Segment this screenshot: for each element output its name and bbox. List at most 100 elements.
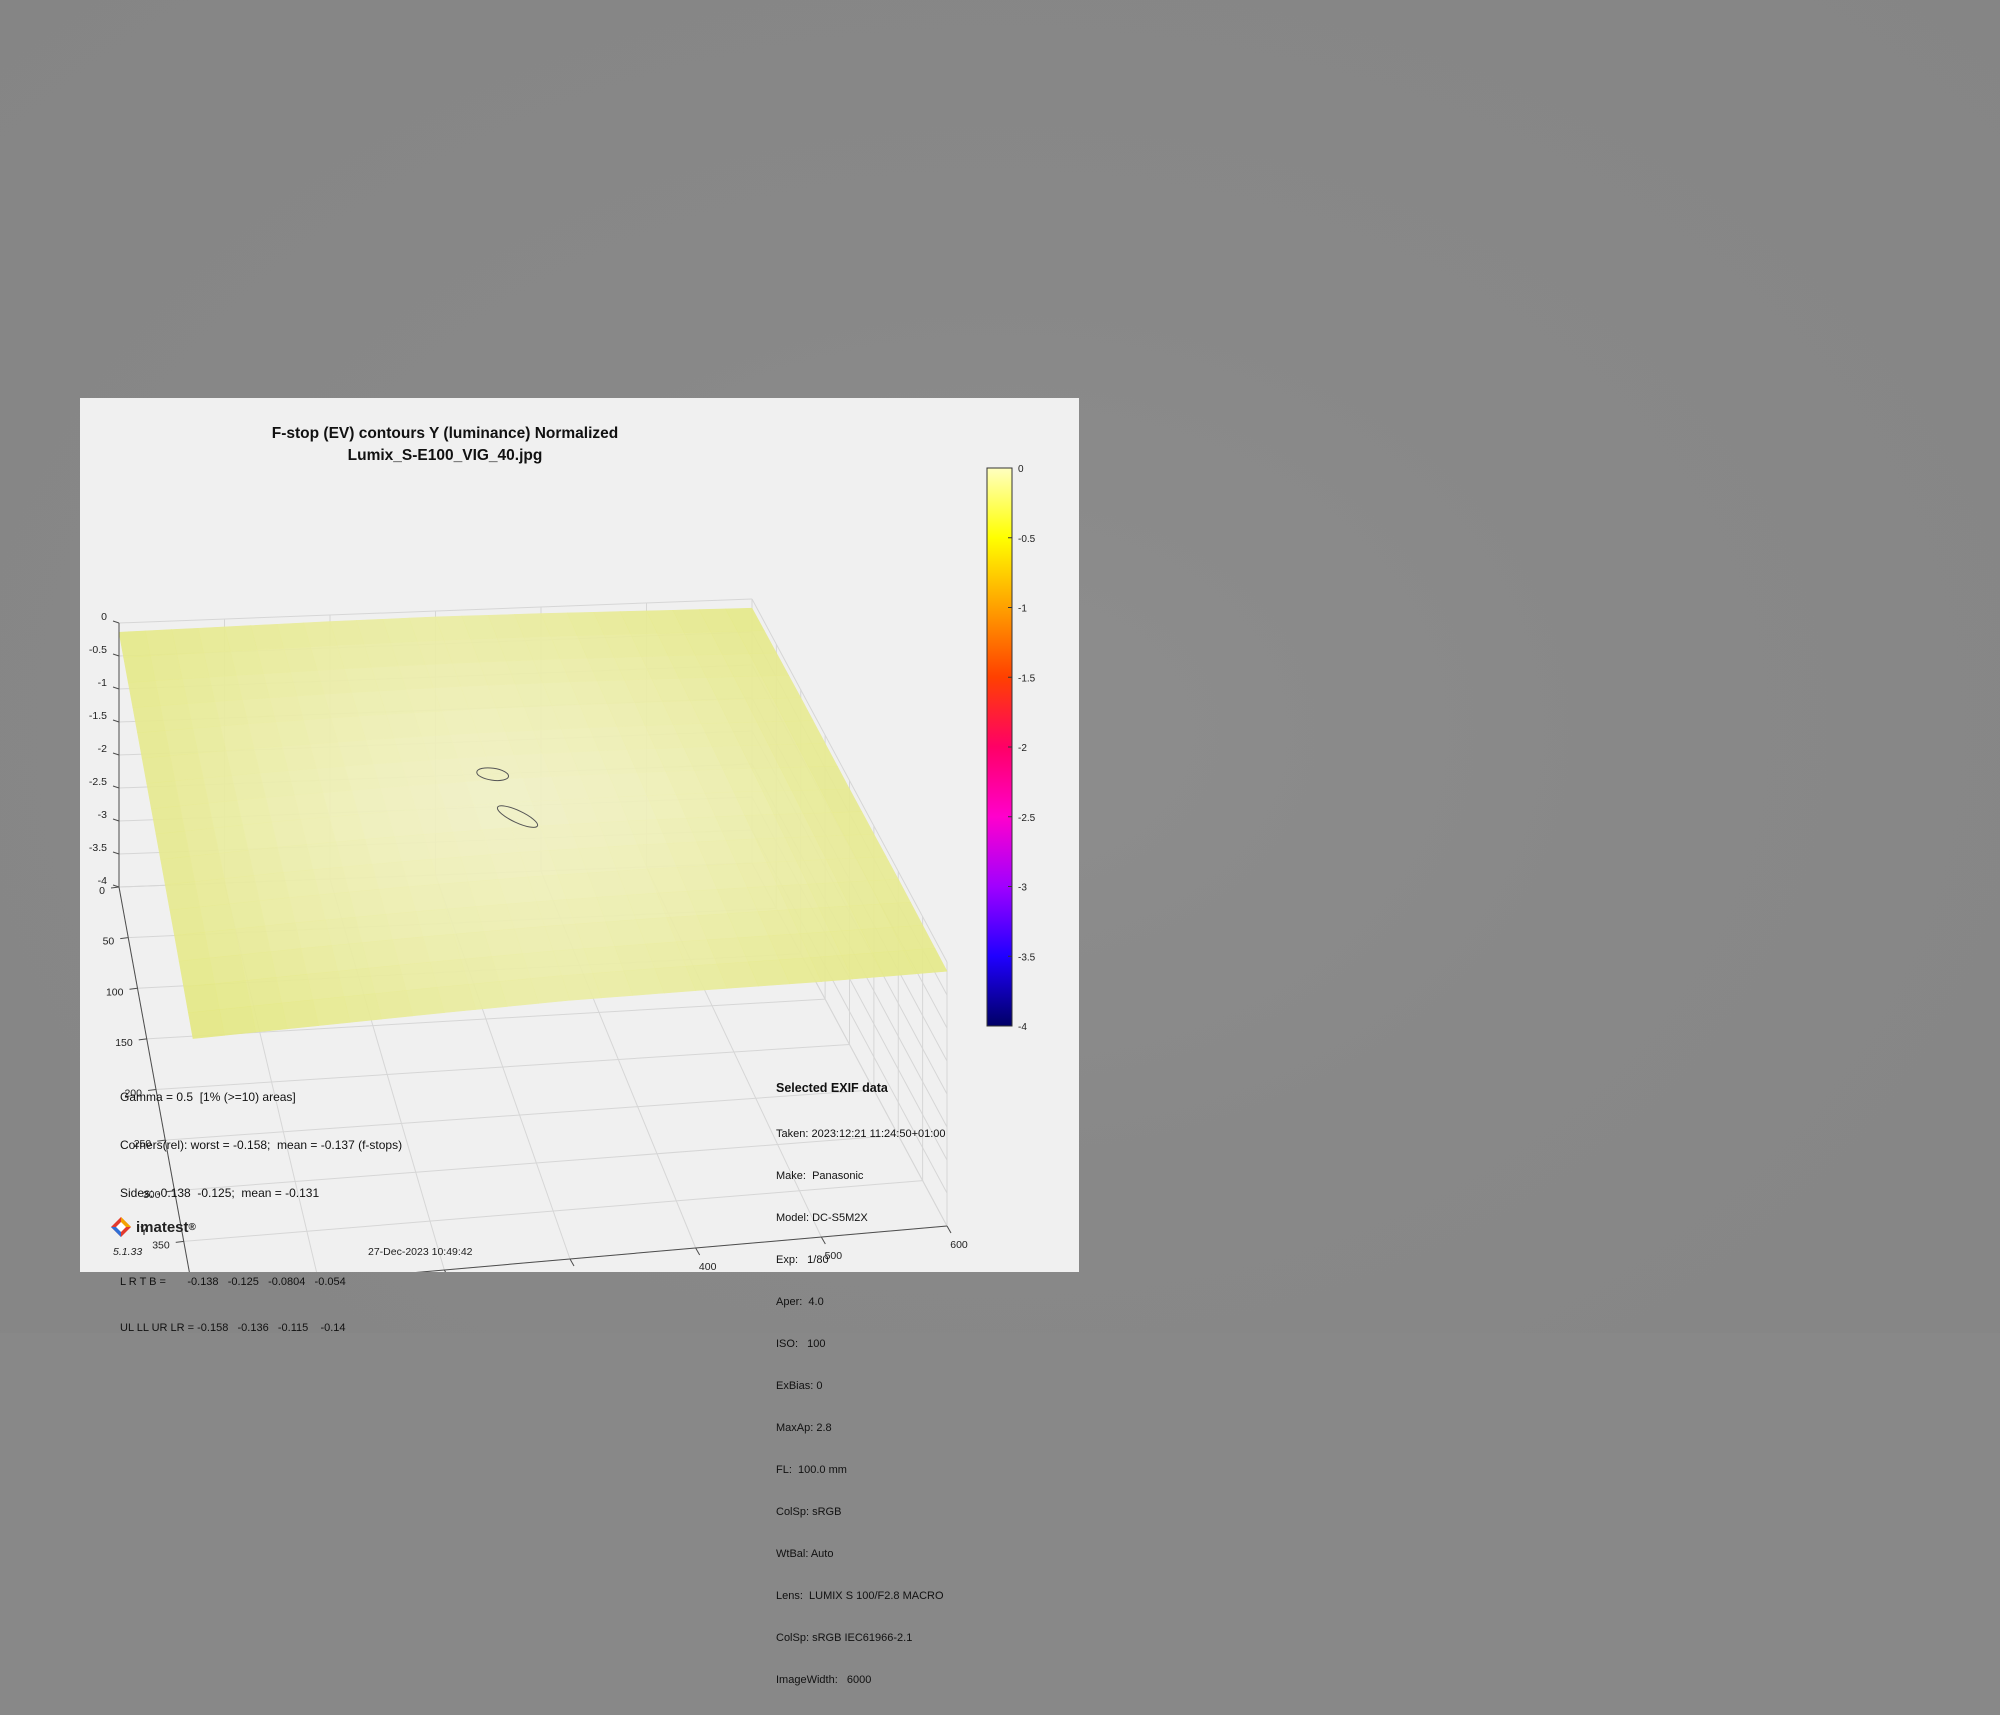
x-tick xyxy=(946,1225,952,1234)
surface-patch xyxy=(189,852,225,882)
surface-patch xyxy=(159,703,194,731)
exif-line: ColSp: sRGB xyxy=(776,1506,842,1518)
stats-block: Gamma = 0.5 [1% (>=10) areas] Corners(re… xyxy=(120,1057,402,1367)
exif-line: Aper: 4.0 xyxy=(776,1296,824,1308)
surface-patch xyxy=(219,1005,257,1036)
y-tick xyxy=(110,886,120,889)
surface-patch xyxy=(194,878,230,908)
surface-patch xyxy=(202,775,238,804)
exif-line: ImageWidth: 6000 xyxy=(776,1674,872,1686)
y-tick-label: 150 xyxy=(115,1037,133,1049)
exif-line: Lens: LUMIX S 100/F2.8 MACRO xyxy=(776,1590,944,1602)
surface-patch xyxy=(149,653,183,682)
exif-line: ColSp: sRGB IEC61966-2.1 xyxy=(776,1632,913,1644)
stats-gamma: Gamma = 0.5 [1% (>=10) areas] xyxy=(120,1090,296,1104)
z-tick-label: -3.5 xyxy=(89,842,107,854)
exif-line: FL: 100.0 mm xyxy=(776,1464,847,1476)
surface-patch xyxy=(174,777,209,807)
exif-line: Taken: 2023:12:21 11:24:50+01:00 xyxy=(776,1128,946,1140)
imatest-logo: imatest ® xyxy=(110,1216,196,1238)
surface-patch xyxy=(179,802,215,832)
exif-line: ISO: 100 xyxy=(776,1338,826,1350)
surface-patch xyxy=(300,945,339,975)
surface-patch xyxy=(209,954,246,985)
version-label: 5.1.33 xyxy=(113,1246,143,1258)
surface-patch xyxy=(312,996,351,1026)
surface-patch xyxy=(160,856,196,886)
stats-sides: Sides: -0.138 -0.125; mean = -0.131 xyxy=(120,1186,320,1200)
surface-patch xyxy=(213,824,249,854)
surface-patch xyxy=(118,630,151,658)
surface-patch xyxy=(164,881,201,911)
surface-patch xyxy=(132,705,166,734)
z-tick xyxy=(112,653,120,657)
colorbar-tick-label: 0 xyxy=(1018,464,1024,475)
surface-patch xyxy=(281,999,320,1030)
z-tick-label: -2 xyxy=(98,743,107,755)
z-tick-label: -0.5 xyxy=(89,644,107,656)
surface-patch xyxy=(145,629,178,657)
x-tick xyxy=(569,1258,575,1267)
surface-patch xyxy=(141,755,176,784)
stats-lrtb: L R T B = -0.138 -0.125 -0.0804 -0.054 xyxy=(120,1276,346,1288)
y-tick xyxy=(120,937,129,940)
z-tick-label: 0 xyxy=(101,611,107,623)
z-tick xyxy=(112,752,120,756)
colorbar-tick-label: -1.5 xyxy=(1018,673,1036,684)
surface-patch xyxy=(229,900,266,930)
y-tick-label: 50 xyxy=(103,936,115,948)
surface-patch xyxy=(174,931,210,962)
colorbar-tick-label: -1 xyxy=(1018,604,1027,615)
surface-patch xyxy=(169,752,204,782)
surface-patch xyxy=(223,875,260,905)
surface-patch xyxy=(234,925,271,956)
x-tick-label: 400 xyxy=(699,1261,717,1272)
exif-block: Selected EXIF data Taken: 2023:12:21 11:… xyxy=(776,1053,946,1715)
logo-mark: ® xyxy=(188,1221,196,1233)
exif-line: Exp: 1/80 xyxy=(776,1254,829,1266)
y-tick-label: 0 xyxy=(99,885,105,897)
surface-patch xyxy=(270,948,308,978)
date-label: 27-Dec-2023 10:49:42 xyxy=(368,1246,473,1258)
z-tick xyxy=(112,818,120,822)
surface-patch xyxy=(264,922,302,952)
colorbar-tick-label: -3 xyxy=(1018,883,1027,894)
exif-header: Selected EXIF data xyxy=(776,1081,888,1095)
exif-line: Make: Panasonic xyxy=(776,1170,864,1182)
z-tick xyxy=(112,851,120,855)
z-tick-label: -2.5 xyxy=(89,776,107,788)
surface-patch xyxy=(204,928,241,959)
surface-patch xyxy=(218,849,255,879)
vignetting-report: 0 -0.5 -1 -1.5 -2 -2.5 -3 -3.5 -4 0 50 100 150 200 250… xyxy=(80,398,1079,1686)
surface-patch xyxy=(239,951,277,981)
exif-line: ExBias: 0 xyxy=(776,1380,823,1392)
exif-line: MaxAp: 2.8 xyxy=(776,1422,832,1434)
surface-patch xyxy=(306,970,345,1001)
z-tick xyxy=(112,785,120,789)
surface-patch xyxy=(155,830,191,860)
colorbar-tick-label: -4 xyxy=(1018,1022,1027,1033)
surface-patch xyxy=(188,1009,225,1039)
z-tick-label: -3 xyxy=(98,809,107,821)
surface-patch xyxy=(199,903,236,933)
logo-text: imatest xyxy=(136,1218,189,1236)
surface-patch xyxy=(178,957,215,988)
surface-patch xyxy=(214,980,251,1010)
surface-patch xyxy=(151,805,186,835)
z-tick xyxy=(112,620,120,624)
surface-patch xyxy=(242,821,278,851)
chart-title: F-stop (EV) contours Y (luminance) Norma… xyxy=(271,425,619,442)
exif-line: WtBal: Auto xyxy=(776,1548,834,1560)
imatest-logo-icon xyxy=(111,1217,131,1237)
surface-patch xyxy=(164,727,199,757)
x-tick-label: 600 xyxy=(950,1239,968,1251)
surface-patch xyxy=(192,725,227,754)
colorbar-tick-label: -0.5 xyxy=(1018,534,1036,545)
x-tick xyxy=(695,1247,701,1256)
stats-corners: Corners(rel): worst = -0.158; mean = -0.… xyxy=(120,1138,403,1152)
y-tick xyxy=(129,987,138,990)
surface-patch xyxy=(184,827,220,857)
surface-patch xyxy=(154,678,188,706)
y-tick-label: 100 xyxy=(106,986,124,998)
surface-patch xyxy=(123,655,156,683)
